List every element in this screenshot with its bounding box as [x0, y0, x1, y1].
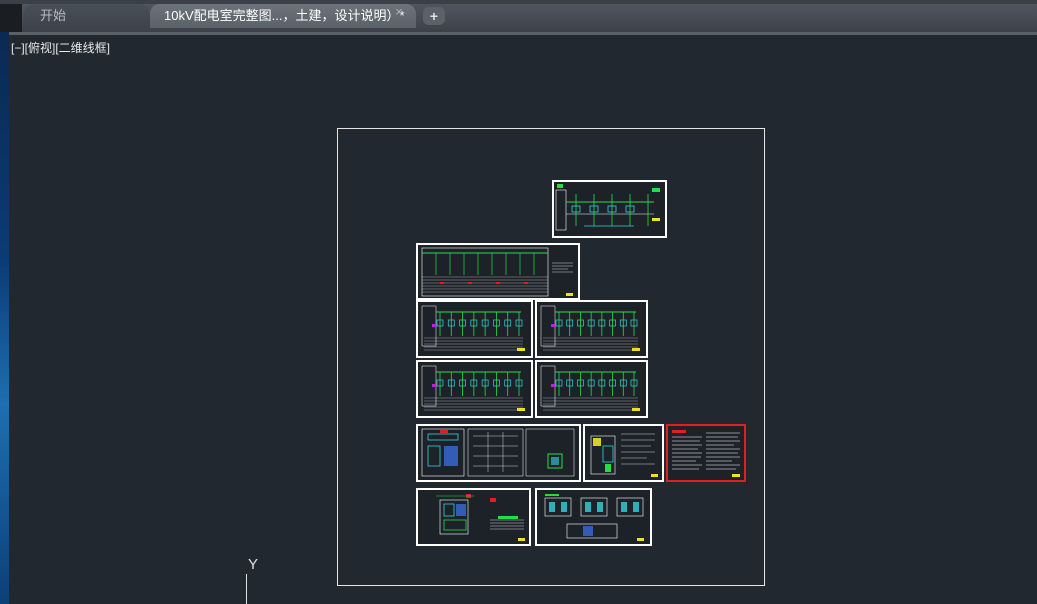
close-icon[interactable]: × [392, 5, 406, 19]
sheet-schematic-3[interactable] [416, 360, 533, 418]
ucs-icon: Y [240, 556, 270, 604]
menu-grip[interactable] [0, 4, 22, 32]
sheet-civil-elevations[interactable] [535, 488, 652, 546]
sheet-drawing [421, 365, 525, 411]
sheet-drawing [540, 365, 640, 411]
sheet-switchgear-elevation-table[interactable] [416, 243, 580, 300]
viewport-controls-label[interactable]: [−][俯视][二维线框] [11, 39, 110, 56]
tab-drawing-label: 10kV配电室完整图...，土建，设计说明）* [164, 8, 405, 23]
sheet-drawing [590, 433, 658, 477]
new-tab-button[interactable]: + [423, 7, 445, 25]
tab-start-label: 开始 [40, 8, 67, 23]
sheet-drawing [544, 494, 644, 541]
sheet-schematic-1[interactable] [416, 300, 533, 358]
sheet-design-notes[interactable] [666, 424, 746, 482]
sheet-drawing [421, 305, 525, 351]
sheet-drawing [421, 428, 575, 477]
sheet-schematic-2[interactable] [535, 300, 648, 358]
sheet-single-line-diagram[interactable] [552, 180, 667, 238]
sheet-drawing [540, 305, 640, 351]
desktop-background [0, 32, 9, 604]
sheet-civil-plan[interactable] [416, 488, 531, 546]
sheet-drawing [421, 247, 573, 297]
ucs-y-axis-line [246, 574, 247, 604]
tab-start[interactable]: 开始 [24, 4, 150, 28]
sheet-drawing [436, 494, 525, 541]
sheet-layout-plan-1[interactable] [416, 424, 581, 482]
sheet-layout-plan-2[interactable] [583, 424, 664, 482]
sheet-schematic-4[interactable] [535, 360, 648, 418]
sheet-drawing [672, 430, 740, 477]
tab-drawing[interactable]: 10kV配电室完整图...，土建，设计说明）* [150, 4, 416, 28]
sheet-drawing [555, 184, 660, 231]
ucs-y-axis-label: Y [248, 556, 259, 573]
